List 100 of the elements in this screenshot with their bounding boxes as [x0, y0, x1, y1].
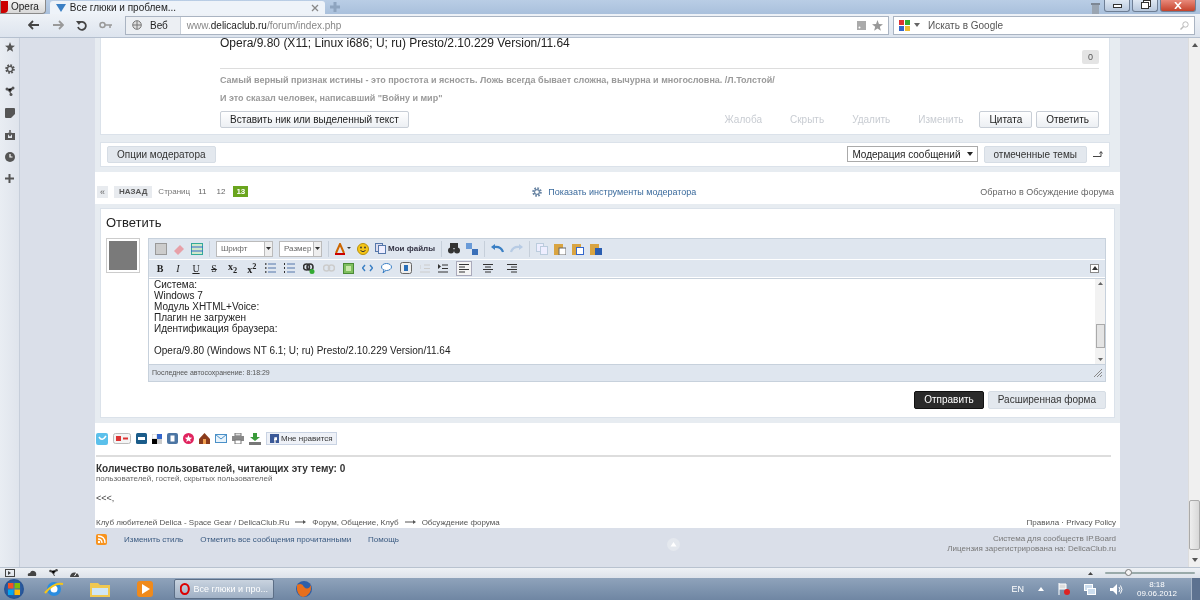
share-nodes-icon[interactable] — [49, 569, 58, 577]
vk-icon[interactable] — [167, 433, 178, 445]
restore-button[interactable] — [1132, 0, 1158, 12]
paste-text-icon[interactable] — [572, 242, 584, 255]
mail-icon[interactable] — [215, 434, 227, 444]
align-button[interactable] — [456, 260, 473, 276]
replace-icon[interactable] — [466, 242, 478, 255]
address-field[interactable]: Веб www.delicaclub.ru/forum/index.php — [125, 15, 889, 35]
paste-word-icon[interactable] — [590, 242, 602, 255]
marked-topics-button[interactable]: отмеченные темы — [983, 145, 1087, 163]
panel-toggle-icon[interactable] — [5, 569, 15, 577]
format-button[interactable]: S — [209, 262, 219, 274]
download-icon[interactable] — [249, 432, 261, 445]
scroll-thumb[interactable] — [1095, 324, 1105, 349]
page-link[interactable]: 11 — [196, 186, 209, 198]
collapse-button[interactable] — [1090, 263, 1099, 273]
media-icon[interactable] — [400, 262, 413, 275]
search-field[interactable]: Искать в Google — [893, 15, 1195, 35]
breadcrumb-link[interactable]: Обсуждение форума — [421, 517, 500, 527]
speech-bubble-icon[interactable] — [381, 263, 393, 274]
bullet-list-icon[interactable] — [265, 263, 277, 274]
plus-one-icon[interactable] — [113, 433, 131, 445]
format-button[interactable]: B — [155, 262, 165, 274]
moderator-options-button[interactable]: Опции модератора — [107, 145, 216, 163]
forward-icon[interactable] — [52, 20, 64, 31]
arrow-icon[interactable] — [1093, 150, 1103, 158]
scroll-up-icon[interactable] — [1191, 42, 1198, 47]
clock-icon[interactable] — [4, 151, 15, 162]
site-badge[interactable]: Веб — [126, 16, 181, 34]
breadcrumb-link[interactable]: Форум, Общение, Клуб — [312, 517, 399, 527]
speaker-icon[interactable] — [1109, 583, 1123, 595]
zoom-slider[interactable] — [1105, 569, 1195, 577]
printer-icon[interactable] — [232, 433, 244, 445]
network-icon[interactable] — [1083, 583, 1096, 595]
undo-icon[interactable] — [491, 244, 504, 254]
format-button[interactable]: U — [191, 262, 201, 274]
numbered-list-icon[interactable] — [284, 263, 296, 274]
caret-icon[interactable] — [914, 23, 920, 28]
minimize-button[interactable] — [1104, 0, 1130, 12]
code-icon[interactable] — [362, 264, 374, 273]
scroll-down-icon[interactable] — [1097, 357, 1103, 361]
size-select[interactable]: Размер — [279, 240, 322, 257]
footer-link[interactable]: Помощь — [368, 534, 399, 544]
gear-icon[interactable] — [4, 63, 15, 74]
resize-grip-icon[interactable] — [1094, 368, 1102, 377]
scroll-up-icon[interactable] — [1097, 281, 1103, 285]
squares-icon[interactable] — [152, 433, 162, 444]
flag-icon[interactable] — [1057, 583, 1070, 595]
breadcrumb-link[interactable]: Клуб любителей Delica - Space Gear / DelicaClub.Ru — [96, 517, 290, 527]
house-icon[interactable] — [199, 433, 210, 445]
download-icon[interactable] — [4, 129, 15, 140]
scroll-thumb[interactable] — [1189, 500, 1200, 550]
insert-nick-button[interactable]: Вставить ник или выделенный текст — [220, 110, 409, 128]
share-nodes-icon[interactable] — [4, 85, 15, 96]
post-action-button[interactable]: Цитата — [979, 110, 1033, 128]
submit-button[interactable]: Отправить — [914, 390, 984, 409]
format-button[interactable]: x$_{2}$ — [227, 261, 239, 276]
footer-link[interactable]: Изменить стиль — [124, 534, 184, 544]
reload-icon[interactable] — [76, 19, 87, 31]
legal-links[interactable]: Правила · Privacy Policy — [1026, 517, 1116, 527]
opera-menu-button[interactable]: Opera — [0, 0, 46, 14]
media-player-icon[interactable] — [136, 580, 154, 598]
advanced-form-button[interactable]: Расширенная форма — [987, 390, 1106, 409]
format-button[interactable]: x$^{2}$ — [246, 261, 258, 276]
image-icon[interactable] — [343, 262, 355, 274]
message-field[interactable]: Система: Windows 7 Модуль XHTML+Voice: Плагин не загружен Идентификация браузера: Opera/9.80 (Windows NT 6.1; U; ru) Presto/2.10.229 Version/11.64 — [149, 277, 1105, 365]
plus-icon[interactable] — [5, 173, 14, 183]
scrollbar[interactable] — [1095, 278, 1105, 364]
google-icon[interactable] — [899, 19, 910, 31]
digg-icon[interactable] — [136, 433, 147, 445]
my-files-button[interactable]: Мои файлы — [375, 243, 435, 255]
smiley-icon[interactable] — [357, 242, 369, 255]
page-link[interactable]: 12 — [214, 186, 228, 198]
page-scrollbar[interactable] — [1188, 37, 1200, 567]
show-desktop-button[interactable] — [1191, 578, 1200, 600]
start-button[interactable] — [4, 579, 24, 599]
speedometer-icon[interactable] — [70, 569, 79, 577]
gear-icon[interactable] — [532, 186, 543, 197]
back-icon[interactable] — [28, 20, 40, 31]
slider-thumb[interactable] — [1125, 569, 1133, 576]
font-select[interactable]: Шрифт — [216, 240, 273, 257]
browser-tab[interactable]: Все глюки и проблем... — [49, 1, 325, 14]
binoculars-icon[interactable] — [448, 243, 460, 255]
previous-page-button[interactable]: « — [97, 185, 108, 198]
back-button[interactable]: НАЗАД — [114, 185, 153, 198]
paste-icon[interactable] — [554, 242, 566, 255]
format-button[interactable]: I — [173, 262, 183, 274]
text-color-icon[interactable] — [335, 242, 351, 255]
footer-link[interactable]: Отметить все сообщения прочитанными — [200, 534, 352, 544]
key-icon[interactable] — [99, 21, 113, 30]
up-arrow-icon[interactable] — [1088, 571, 1093, 575]
scroll-down-icon[interactable] — [1191, 558, 1198, 562]
star-badge-icon[interactable] — [183, 433, 194, 445]
close-button[interactable] — [1160, 0, 1196, 12]
star-icon[interactable] — [4, 41, 15, 52]
close-icon[interactable] — [310, 3, 319, 12]
like-button[interactable]: Мне нравится — [266, 432, 337, 446]
link-icon[interactable] — [303, 262, 316, 274]
browser-e-icon[interactable] — [44, 580, 64, 598]
post-action-button[interactable]: Ответить — [1036, 110, 1099, 128]
